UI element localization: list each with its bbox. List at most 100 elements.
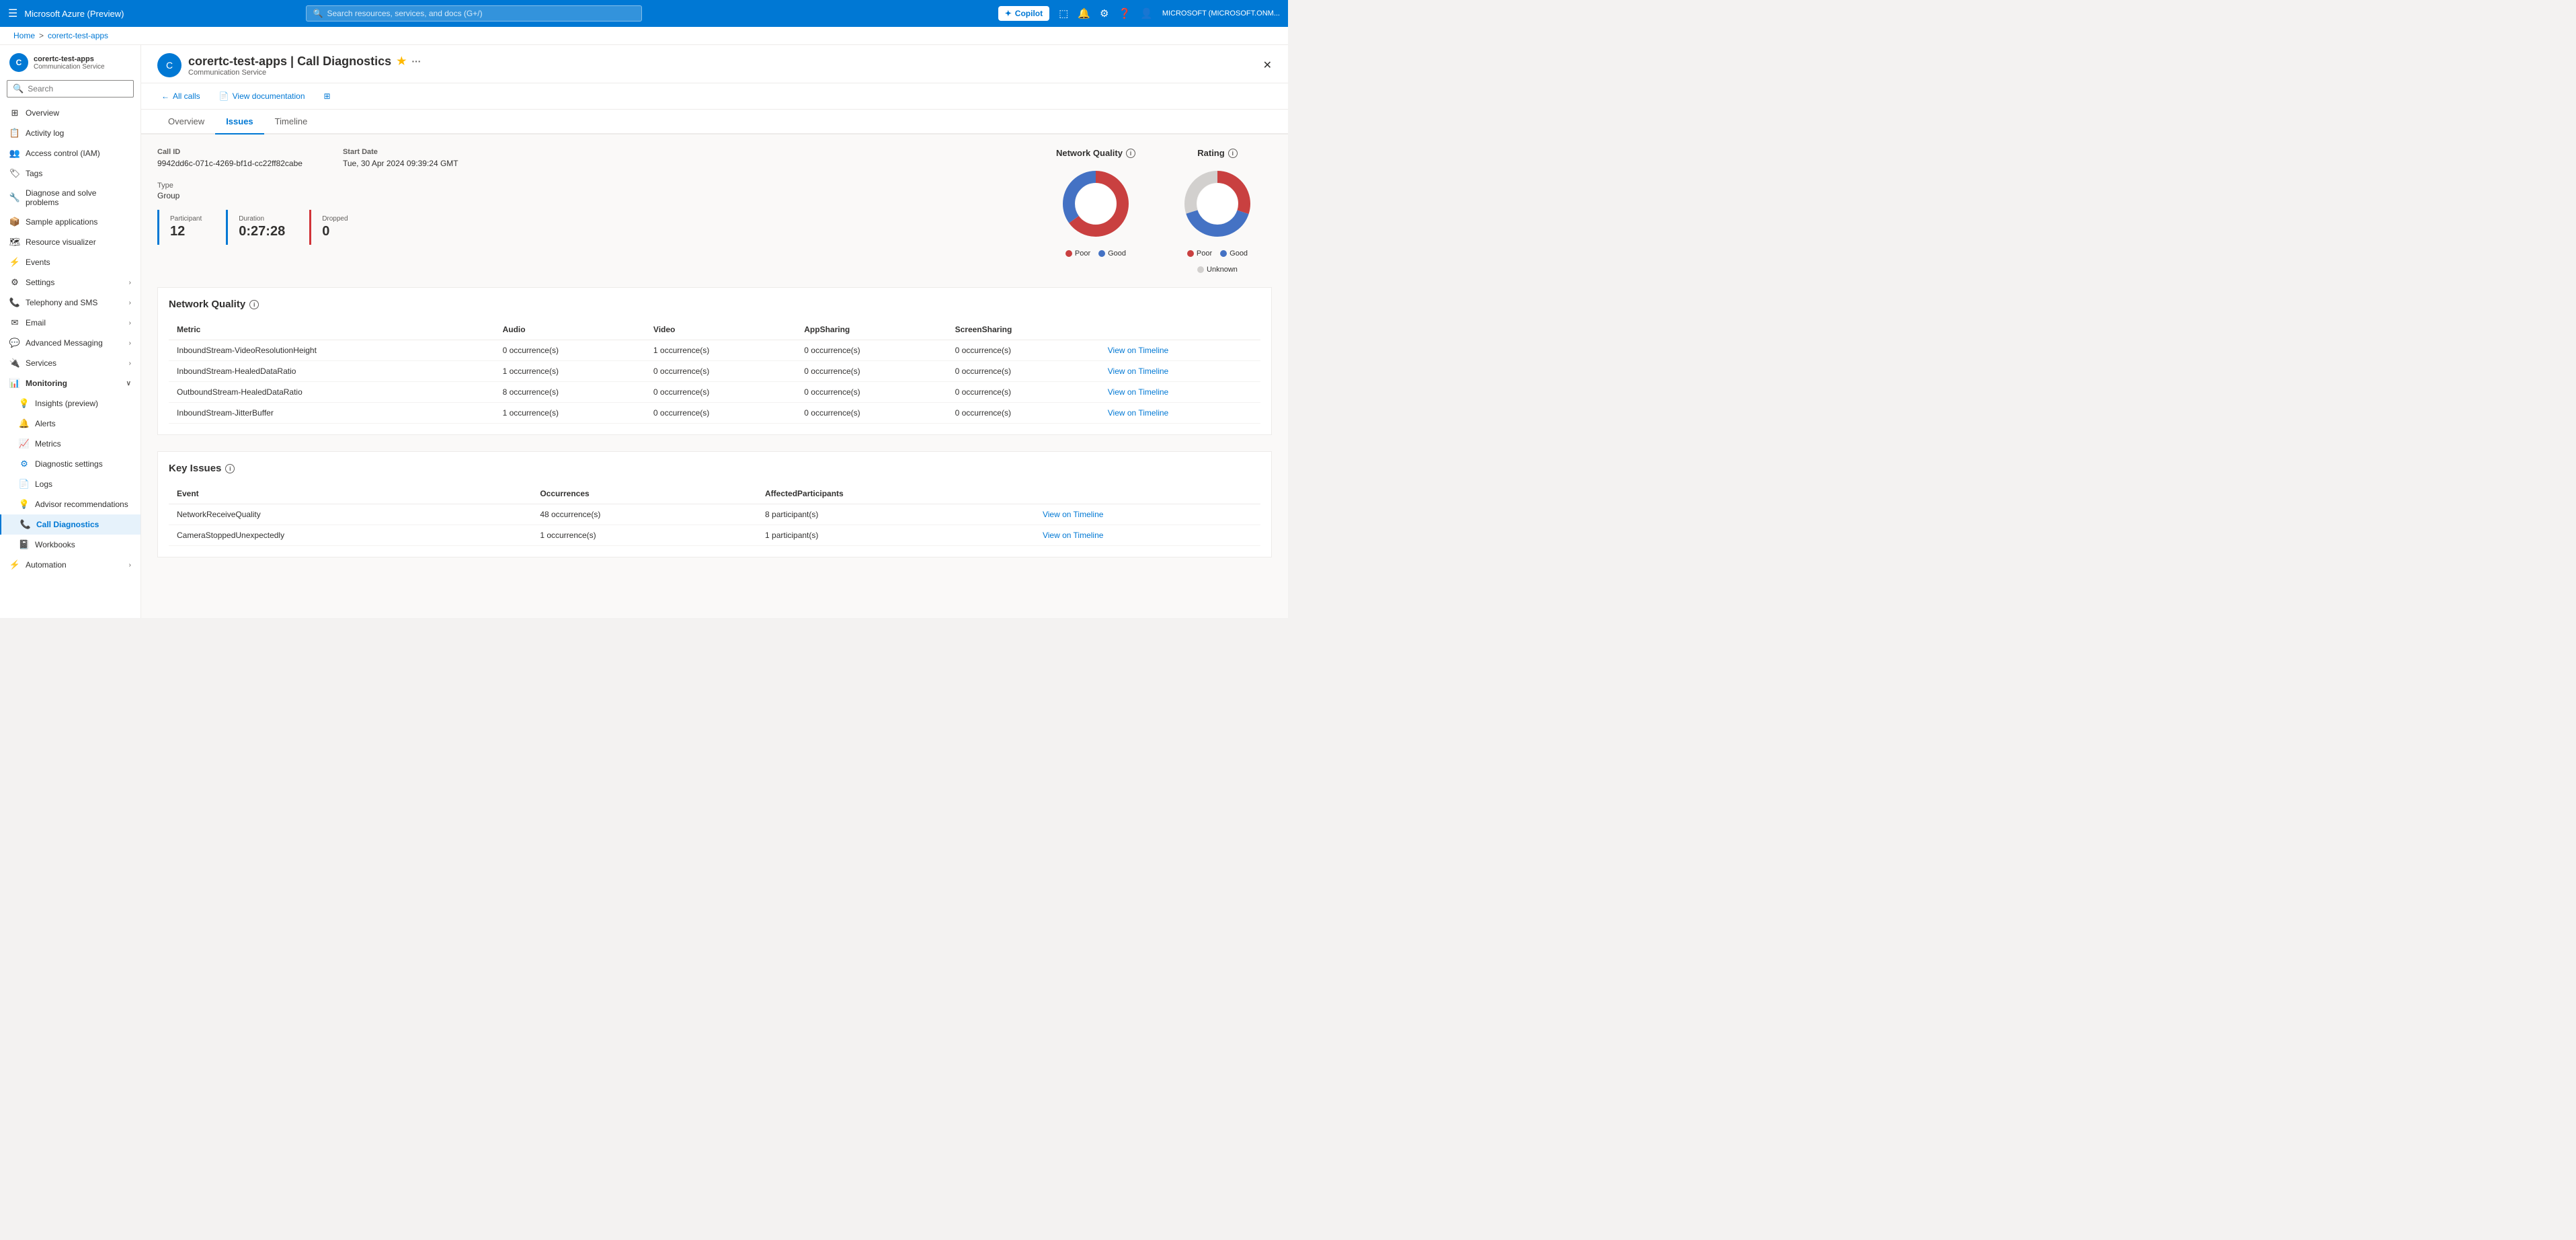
ki-cell-link[interactable]: View on Timeline xyxy=(1035,504,1260,525)
portal-icon[interactable]: ⬚ xyxy=(1059,7,1068,20)
ki-col-affected-participants: AffectedParticipants xyxy=(757,483,1035,504)
sidebar-item-label-diagnostic-settings: Diagnostic settings xyxy=(35,459,103,469)
resource-icon-large: C xyxy=(157,53,182,77)
sidebar-item-settings[interactable]: ⚙ Settings › xyxy=(0,272,140,293)
tabs: Overview Issues Timeline xyxy=(141,110,1288,134)
rating-chart-title: Rating i xyxy=(1197,148,1237,158)
col-audio: Audio xyxy=(495,319,645,340)
more-icon[interactable]: ··· xyxy=(411,56,421,67)
hamburger-icon[interactable]: ☰ xyxy=(8,7,17,20)
cell-link[interactable]: View on Timeline xyxy=(1100,382,1260,403)
breadcrumb-resource[interactable]: corertc-test-apps xyxy=(48,31,108,40)
copilot-button[interactable]: ✦ Copilot xyxy=(998,6,1049,21)
ki-view-on-timeline-link[interactable]: View on Timeline xyxy=(1043,531,1104,540)
close-button[interactable]: ✕ xyxy=(1263,59,1272,72)
rating-legend-unknown-dot xyxy=(1197,266,1204,273)
bell-icon[interactable]: 🔔 xyxy=(1078,7,1090,20)
settings-chevron-icon: › xyxy=(129,279,131,286)
legend-good-label: Good xyxy=(1108,249,1126,258)
cell-link[interactable]: View on Timeline xyxy=(1100,403,1260,424)
sidebar-item-diagnose[interactable]: 🔧 Diagnose and solve problems xyxy=(0,184,140,212)
sidebar-search-input[interactable] xyxy=(28,84,128,93)
tab-issues[interactable]: Issues xyxy=(215,110,264,134)
sidebar-item-metrics[interactable]: 📈 Metrics xyxy=(0,434,140,454)
sidebar-item-advanced-messaging[interactable]: 💬 Advanced Messaging › xyxy=(0,333,140,353)
view-on-timeline-link[interactable]: View on Timeline xyxy=(1108,387,1169,397)
view-documentation-button[interactable]: 📄 View documentation xyxy=(215,89,309,104)
sidebar-item-sample-apps[interactable]: 📦 Sample applications xyxy=(0,212,140,232)
search-icon: 🔍 xyxy=(313,9,323,18)
view-on-timeline-link[interactable]: View on Timeline xyxy=(1108,346,1169,355)
stat-dropped-label: Dropped xyxy=(322,215,348,223)
settings-icon[interactable]: ⚙ xyxy=(1100,7,1109,20)
resource-info: corertc-test-apps Communication Service xyxy=(34,55,105,71)
sidebar-item-diagnostic-settings[interactable]: ⚙ Diagnostic settings xyxy=(0,454,140,474)
diagnostic-settings-icon: ⚙ xyxy=(19,459,30,469)
rating-legend-good-label: Good xyxy=(1230,249,1248,258)
star-icon[interactable]: ★ xyxy=(397,54,406,68)
grid-view-button[interactable]: ⊞ xyxy=(320,89,335,104)
cell-link[interactable]: View on Timeline xyxy=(1100,340,1260,361)
rating-legend: Poor Good Unknown xyxy=(1163,249,1272,274)
view-on-timeline-link[interactable]: View on Timeline xyxy=(1108,408,1169,418)
breadcrumb-home[interactable]: Home xyxy=(13,31,35,40)
sidebar-item-label-overview: Overview xyxy=(26,108,59,118)
network-quality-donut-svg xyxy=(1055,163,1136,244)
view-on-timeline-link[interactable]: View on Timeline xyxy=(1108,366,1169,376)
cell-screen: 0 occurrence(s) xyxy=(947,340,1100,361)
cell-metric: InboundStream-VideoResolutionHeight xyxy=(169,340,495,361)
table-row: OutboundStream-HealedDataRatio 8 occurre… xyxy=(169,382,1260,403)
charts-section: Network Quality i xyxy=(1055,148,1272,274)
user-icon[interactable]: 👤 xyxy=(1140,7,1153,20)
resource-title-row: C corertc-test-apps | Call Diagnostics ★… xyxy=(157,53,1272,77)
call-id-value: 9942dd6c-071c-4269-bf1d-cc22ff82cabe xyxy=(157,159,303,168)
telephony-chevron-icon: › xyxy=(129,299,131,307)
sidebar-item-logs[interactable]: 📄 Logs xyxy=(0,474,140,494)
sidebar-item-alerts[interactable]: 🔔 Alerts xyxy=(0,414,140,434)
sidebar-item-label-activity-log: Activity log xyxy=(26,128,64,138)
back-label: All calls xyxy=(173,91,200,101)
cell-metric: InboundStream-HealedDataRatio xyxy=(169,361,495,382)
back-all-calls-button[interactable]: ← All calls xyxy=(157,89,204,104)
sidebar-item-label-alerts: Alerts xyxy=(35,419,56,428)
sidebar-item-label-logs: Logs xyxy=(35,479,52,489)
col-video: Video xyxy=(645,319,796,340)
network-quality-table-info-icon[interactable]: i xyxy=(249,300,259,309)
sidebar-item-tags[interactable]: 🏷 Tags xyxy=(0,163,140,184)
sidebar-item-overview[interactable]: ⊞ Overview xyxy=(0,103,140,123)
tab-overview[interactable]: Overview xyxy=(157,110,215,134)
cell-link[interactable]: View on Timeline xyxy=(1100,361,1260,382)
rating-info-icon[interactable]: i xyxy=(1228,149,1238,158)
ki-view-on-timeline-link[interactable]: View on Timeline xyxy=(1043,510,1104,519)
sidebar-item-advisor-recommendations[interactable]: 💡 Advisor recommendations xyxy=(0,494,140,514)
cell-video: 1 occurrence(s) xyxy=(645,340,796,361)
sidebar-item-access-control[interactable]: 👥 Access control (IAM) xyxy=(0,143,140,163)
sidebar-item-services[interactable]: 🔌 Services › xyxy=(0,353,140,373)
stat-participant-value: 12 xyxy=(170,224,202,239)
sidebar-item-insights[interactable]: 💡 Insights (preview) xyxy=(0,393,140,414)
sidebar-item-resource-visualizer[interactable]: 🗺 Resource visualizer xyxy=(0,232,140,252)
network-quality-info-icon[interactable]: i xyxy=(1126,149,1135,158)
tab-timeline[interactable]: Timeline xyxy=(264,110,319,134)
sidebar-item-call-diagnostics[interactable]: 📞 Call Diagnostics xyxy=(0,514,140,535)
sidebar-item-workbooks[interactable]: 📓 Workbooks xyxy=(0,535,140,555)
topbar-search-box[interactable]: 🔍 Search resources, services, and docs (… xyxy=(306,5,642,22)
sidebar-item-events[interactable]: ⚡ Events xyxy=(0,252,140,272)
sidebar-item-monitoring[interactable]: 📊 Monitoring ∨ xyxy=(0,373,140,393)
sidebar-item-email[interactable]: ✉ Email › xyxy=(0,313,140,333)
ki-cell-event: NetworkReceiveQuality xyxy=(169,504,532,525)
sidebar-item-label-metrics: Metrics xyxy=(35,439,61,449)
ki-cell-link[interactable]: View on Timeline xyxy=(1035,525,1260,546)
sidebar-item-activity-log[interactable]: 📋 Activity log xyxy=(0,123,140,143)
help-icon[interactable]: ❓ xyxy=(1118,7,1131,20)
tags-icon: 🏷 xyxy=(9,168,20,179)
doc-icon: 📄 xyxy=(219,91,229,101)
cell-video: 0 occurrence(s) xyxy=(645,382,796,403)
sidebar-item-automation[interactable]: ⚡ Automation › xyxy=(0,555,140,575)
automation-icon: ⚡ xyxy=(9,559,20,570)
page-content: Call ID 9942dd6c-071c-4269-bf1d-cc22ff82… xyxy=(141,134,1288,618)
sidebar-item-telephony[interactable]: 📞 Telephony and SMS › xyxy=(0,293,140,313)
key-issues-info-icon[interactable]: i xyxy=(225,464,235,473)
sidebar-resource-name: corertc-test-apps xyxy=(34,55,105,63)
col-screensharing: ScreenSharing xyxy=(947,319,1100,340)
